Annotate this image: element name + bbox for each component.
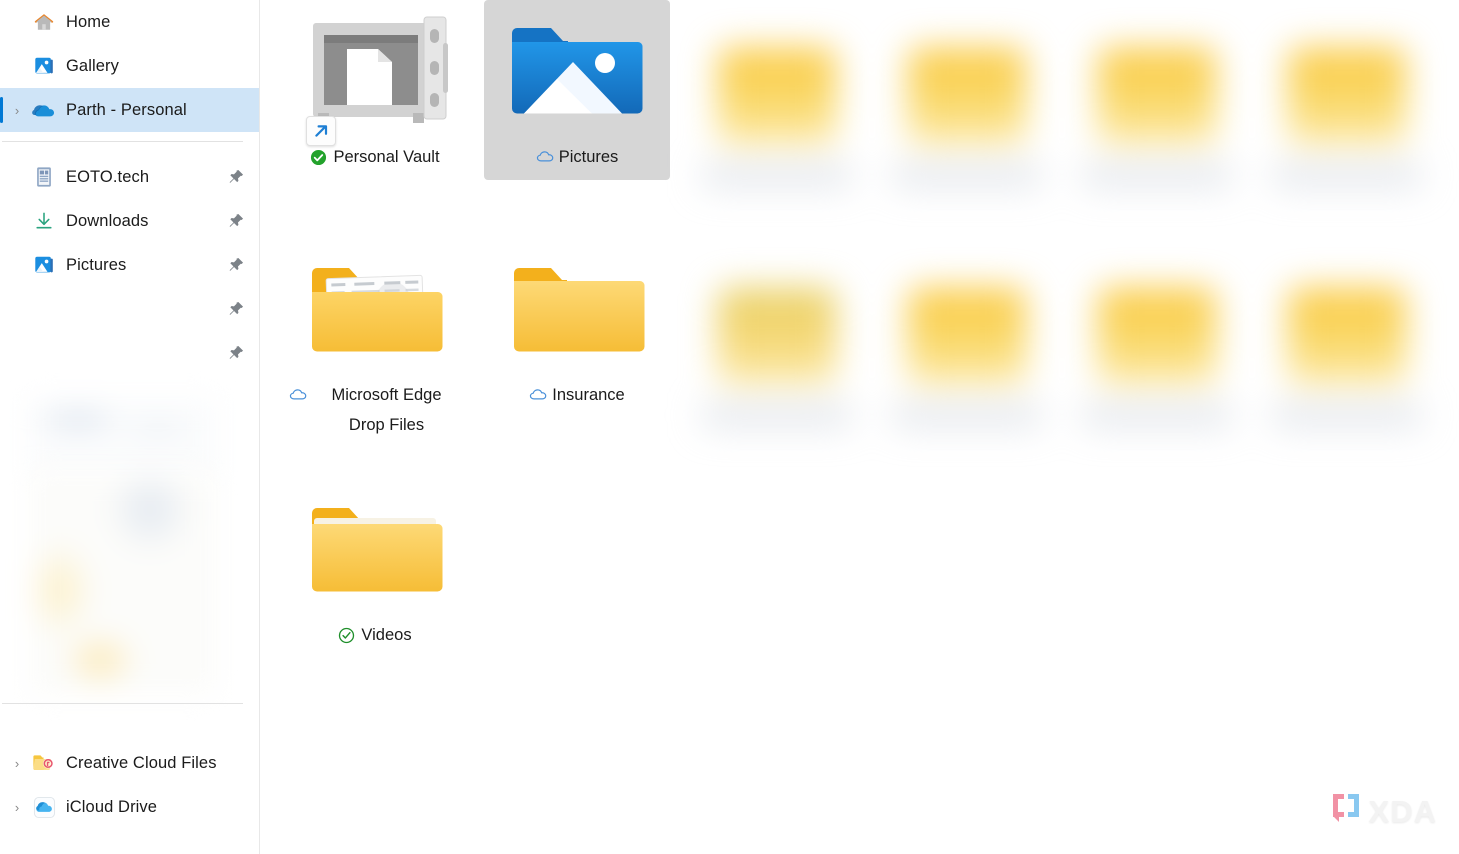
sidebar-item-icloud-drive[interactable]: › iCloud Drive [0,785,259,829]
file-name: Insurance [552,386,625,404]
file-explorer-window: › Home › [0,0,1459,854]
pin-icon[interactable] [227,344,245,362]
icloud-icon [30,795,58,819]
sync-status-cloud-icon [289,387,307,404]
sidebar-item-gallery[interactable]: › Gallery [0,44,259,88]
sidebar-item-label: Pictures [66,255,127,274]
gallery-icon [30,54,58,78]
sync-status-available-icon [338,627,355,644]
file-item-pictures[interactable]: Pictures [484,0,670,180]
file-item-microsoft-edge-drop-files[interactable]: Microsoft Edge Drop Files [282,238,468,448]
onedrive-icon [30,98,58,122]
blurred-icon [30,341,58,365]
file-name: Pictures [558,148,619,166]
chevron-right-icon[interactable]: › [4,801,30,814]
file-label: Insurance [529,380,625,410]
file-list-pane[interactable]: Personal Vault Pictures Microsoft Edge D… [260,0,1459,854]
file-name: Microsoft Edge Drop Files [331,386,442,434]
sidebar-drives-group: › Creative Cloud Files › iCloud Drive [0,741,259,829]
file-name: Personal Vault [333,148,440,166]
home-icon [30,10,58,34]
sidebar-item-label: Downloads [66,211,149,230]
sync-status-cloud-icon [536,149,554,166]
pin-icon[interactable] [227,300,245,318]
sidebar-item-label: Gallery [66,56,119,75]
file-label: Personal Vault [310,142,440,172]
sidebar-item-label: iCloud Drive [66,797,158,816]
redacted-sidebar-region-upper [28,398,218,478]
chevron-right-icon[interactable]: › [4,104,30,117]
pin-icon[interactable] [227,168,245,186]
xda-watermark: XDA [1330,791,1437,832]
sidebar-item-label: Creative Cloud Files [66,753,217,772]
pin-icon[interactable] [227,212,245,230]
pin-icon[interactable] [227,256,245,274]
document-icon [30,165,58,189]
sidebar-item-label: EOTO.tech [66,167,150,186]
pictures-icon [30,253,58,277]
sidebar-item-downloads[interactable]: › Downloads [0,199,259,243]
folder-docs-icon [300,248,450,372]
redacted-file-pane-region [690,30,1459,508]
sidebar-item-eoto-tech[interactable]: › EOTO.tech [0,155,259,199]
file-label: Videos [338,620,412,650]
sidebar-item-pictures[interactable]: › Pictures [0,243,259,287]
file-label: Pictures [536,142,619,172]
folder-icon [300,488,450,612]
folder-icon [502,248,652,372]
file-name: Videos [361,626,412,644]
sidebar-item-label: Home [66,12,111,31]
download-icon [30,209,58,233]
sidebar-item-label: Parth - Personal [66,100,187,119]
file-label: Microsoft Edge Drop Files [289,380,461,440]
sidebar-pinned-group: › EOTO.tech [0,155,259,375]
sync-status-synced-icon [310,149,327,166]
sidebar-item-creative-cloud-files[interactable]: › Creative Cloud Files [0,741,259,785]
redacted-sidebar-region-lower [30,470,216,695]
sidebar-divider-bottom [2,703,243,704]
xda-bracket-logo-icon [1330,791,1362,832]
xda-watermark-text: XDA [1368,793,1437,829]
file-item-insurance[interactable]: Insurance [484,238,670,418]
sync-status-cloud-icon [529,387,547,404]
sidebar-item-home[interactable]: › Home [0,0,259,44]
pictures-folder-icon [502,10,652,134]
sidebar-item-redacted-2[interactable]: › [0,331,259,375]
shortcut-arrow-icon [306,116,336,146]
navigation-sidebar: › Home › [0,0,260,854]
chevron-right-icon[interactable]: › [4,757,30,770]
sidebar-item-parth-personal[interactable]: › Parth - Personal [0,88,259,132]
vault-icon [300,10,450,146]
sidebar-nav-group: › Home › [0,0,259,132]
sidebar-divider-top [2,141,243,142]
sidebar-item-redacted-1[interactable]: › [0,287,259,331]
blurred-icon [30,297,58,321]
creative-cloud-folder-icon [30,751,58,775]
file-item-personal-vault[interactable]: Personal Vault [282,0,468,180]
file-item-videos[interactable]: Videos [282,478,468,658]
